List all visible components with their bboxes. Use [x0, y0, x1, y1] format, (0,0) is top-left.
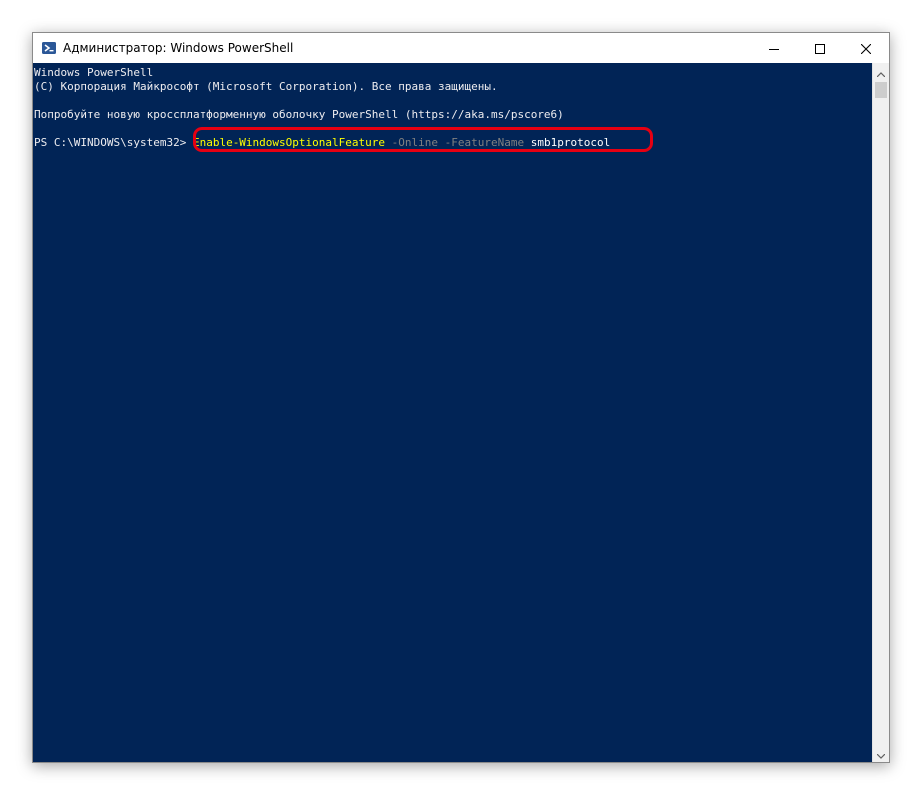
- console-line: Windows PowerShell: [34, 66, 154, 79]
- console-output[interactable]: Windows PowerShell (C) Корпорация Майкро…: [33, 63, 873, 762]
- chevron-down-icon: [876, 744, 886, 762]
- close-button[interactable]: [843, 33, 889, 63]
- powershell-window: Администратор: Windows PowerShell Window…: [32, 32, 890, 763]
- window-controls: [751, 33, 889, 63]
- command-highlight-outline: [193, 127, 653, 152]
- prompt: PS C:\WINDOWS\system32>: [34, 136, 187, 149]
- close-icon: [860, 39, 872, 58]
- console-line: Попробуйте новую кроссплатформенную обол…: [34, 108, 564, 121]
- powershell-icon: [41, 40, 57, 56]
- scroll-down-button[interactable]: [873, 745, 889, 762]
- window-title: Администратор: Windows PowerShell: [63, 41, 294, 55]
- console-line: (C) Корпорация Майкрософт (Microsoft Cor…: [34, 80, 498, 93]
- scroll-thumb[interactable]: [875, 82, 887, 98]
- chevron-up-icon: [876, 62, 886, 81]
- maximize-icon: [815, 39, 825, 58]
- maximize-button[interactable]: [797, 33, 843, 63]
- minimize-button[interactable]: [751, 33, 797, 63]
- vertical-scrollbar[interactable]: [872, 63, 889, 762]
- scroll-up-button[interactable]: [873, 63, 889, 80]
- minimize-icon: [769, 39, 779, 58]
- title-bar[interactable]: Администратор: Windows PowerShell: [33, 33, 889, 63]
